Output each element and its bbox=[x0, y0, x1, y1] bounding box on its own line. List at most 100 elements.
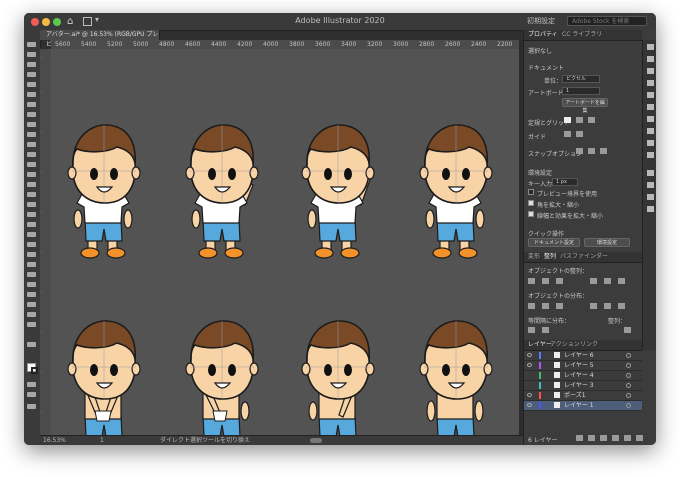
character-pose-2[interactable] bbox=[185, 124, 259, 259]
align-hcenter-icon[interactable] bbox=[542, 278, 549, 284]
new-layer-icon[interactable] bbox=[624, 435, 631, 441]
width-tool-icon[interactable] bbox=[27, 192, 36, 197]
units-dropdown[interactable]: ピクセル bbox=[562, 75, 600, 83]
brushes-icon[interactable] bbox=[647, 80, 654, 86]
character-pose-8[interactable] bbox=[419, 320, 493, 435]
character-pose-6[interactable] bbox=[185, 320, 259, 435]
stroke-color-swatch[interactable] bbox=[31, 367, 38, 374]
lock-guides-icon[interactable] bbox=[576, 131, 583, 137]
zoom-level[interactable]: 16.53% bbox=[43, 436, 66, 445]
layer-target-icon[interactable] bbox=[626, 393, 631, 398]
layer-row[interactable]: レイヤー 3 bbox=[524, 381, 642, 391]
preferences-button[interactable]: 環境設定 bbox=[584, 238, 630, 247]
slice-tool-icon[interactable] bbox=[27, 302, 36, 307]
layer-target-icon[interactable] bbox=[626, 383, 631, 388]
symbols-icon[interactable] bbox=[647, 92, 654, 98]
layer-row[interactable]: ポーズ1 bbox=[524, 391, 642, 401]
character-pose-4[interactable] bbox=[419, 124, 493, 259]
horizontal-scroll-thumb[interactable] bbox=[310, 438, 322, 443]
visibility-eye-icon[interactable] bbox=[527, 403, 532, 407]
pencil-tool-icon[interactable] bbox=[27, 152, 36, 157]
character-pose-7[interactable] bbox=[301, 320, 375, 435]
layer-target-icon[interactable] bbox=[626, 353, 631, 358]
edit-toolbar-icon[interactable] bbox=[27, 404, 36, 409]
distribute-right-icon[interactable] bbox=[618, 303, 625, 309]
paintbrush-tool-icon[interactable] bbox=[27, 132, 36, 137]
align-left-icon[interactable] bbox=[528, 278, 535, 284]
collect-for-export-icon[interactable] bbox=[576, 435, 583, 441]
tab-links[interactable]: リンク bbox=[580, 340, 598, 350]
visibility-eye-icon[interactable] bbox=[527, 353, 532, 357]
artboard-dropdown[interactable]: 1 bbox=[562, 87, 600, 95]
layer-target-icon[interactable] bbox=[626, 363, 631, 368]
layer-row[interactable]: レイヤー 4 bbox=[524, 371, 642, 381]
adobe-stock-search-input[interactable]: Adobe Stock を検索 bbox=[567, 16, 647, 26]
artboard-canvas[interactable] bbox=[51, 49, 519, 435]
opentype-icon[interactable] bbox=[647, 194, 654, 200]
character-pose-1[interactable] bbox=[67, 124, 141, 259]
distribute-left-icon[interactable] bbox=[590, 303, 597, 309]
paragraph-icon[interactable] bbox=[647, 182, 654, 188]
scale-corners-checkbox[interactable] bbox=[528, 200, 534, 206]
tab-transform[interactable]: 変形 bbox=[528, 252, 540, 262]
tab-cc-libraries[interactable]: CC ライブラリ bbox=[562, 30, 602, 40]
snap-pixel-icon[interactable] bbox=[588, 148, 595, 154]
layer-row[interactable]: レイヤー 6 bbox=[524, 351, 642, 361]
layer-name[interactable]: レイヤー 1 bbox=[564, 401, 594, 410]
snap-glyph-icon[interactable] bbox=[600, 148, 607, 154]
distribute-top-icon[interactable] bbox=[528, 303, 535, 309]
layer-name[interactable]: レイヤー 3 bbox=[564, 381, 594, 390]
pixel-grid-icon[interactable] bbox=[588, 117, 595, 123]
appearance-icon[interactable] bbox=[647, 140, 654, 146]
distribute-vspace-icon[interactable] bbox=[528, 327, 535, 333]
edit-artboard-button[interactable]: アートボードを編集 bbox=[562, 98, 608, 114]
scale-strokes-checkbox[interactable] bbox=[528, 211, 534, 217]
swatches-icon[interactable] bbox=[647, 68, 654, 74]
shaper-tool-icon[interactable] bbox=[27, 142, 36, 147]
zoom-tool-icon[interactable] bbox=[27, 322, 36, 327]
column-graph-tool-icon[interactable] bbox=[27, 282, 36, 287]
tab-align[interactable]: 整列 bbox=[544, 252, 556, 262]
delete-layer-icon[interactable] bbox=[636, 435, 643, 441]
stroke-icon[interactable] bbox=[647, 104, 654, 110]
make-clipping-mask-icon[interactable] bbox=[600, 435, 607, 441]
pen-tool-icon[interactable] bbox=[27, 82, 36, 87]
layer-name[interactable]: レイヤー 4 bbox=[564, 371, 594, 380]
visibility-eye-icon[interactable] bbox=[527, 363, 532, 367]
align-vcenter-icon[interactable] bbox=[604, 278, 611, 284]
character-pose-3[interactable] bbox=[301, 124, 375, 259]
glyphs-icon[interactable] bbox=[647, 206, 654, 212]
snap-point-icon[interactable] bbox=[576, 148, 583, 154]
rotate-tool-icon[interactable] bbox=[27, 172, 36, 177]
color-panel-icon[interactable] bbox=[647, 44, 654, 50]
gradient-icon[interactable] bbox=[647, 116, 654, 122]
layer-target-icon[interactable] bbox=[626, 403, 631, 408]
selection-tool-icon[interactable] bbox=[27, 42, 36, 47]
tab-pathfinder[interactable]: パスファインダー bbox=[560, 252, 608, 262]
graphic-styles-icon[interactable] bbox=[647, 152, 654, 158]
align-right-icon[interactable] bbox=[556, 278, 563, 284]
eyedropper-tool-icon[interactable] bbox=[27, 252, 36, 257]
symbol-sprayer-tool-icon[interactable] bbox=[27, 272, 36, 277]
align-top-icon[interactable] bbox=[590, 278, 597, 284]
layer-name[interactable]: レイヤー 5 bbox=[564, 361, 594, 370]
layer-row[interactable]: レイヤー 5 bbox=[524, 361, 642, 371]
ruler-icon[interactable] bbox=[564, 117, 571, 123]
free-transform-tool-icon[interactable] bbox=[27, 202, 36, 207]
layer-name[interactable]: ポーズ1 bbox=[564, 391, 586, 400]
distribute-hcenter-icon[interactable] bbox=[604, 303, 611, 309]
magic-wand-tool-icon[interactable] bbox=[27, 62, 36, 67]
align-bottom-icon[interactable] bbox=[618, 278, 625, 284]
color-guide-icon[interactable] bbox=[647, 56, 654, 62]
character-icon[interactable] bbox=[647, 170, 654, 176]
gradient-tool-icon[interactable] bbox=[27, 242, 36, 247]
artboard-tool-icon[interactable] bbox=[27, 292, 36, 297]
locate-object-icon[interactable] bbox=[588, 435, 595, 441]
workspace-switcher[interactable]: 初期設定 bbox=[527, 16, 555, 26]
hand-tool-icon[interactable] bbox=[27, 312, 36, 317]
layer-target-icon[interactable] bbox=[626, 373, 631, 378]
align-to-selection-icon[interactable] bbox=[624, 327, 631, 333]
grid-icon[interactable] bbox=[576, 117, 583, 123]
type-tool-icon[interactable] bbox=[27, 102, 36, 107]
transparency-icon[interactable] bbox=[647, 128, 654, 134]
